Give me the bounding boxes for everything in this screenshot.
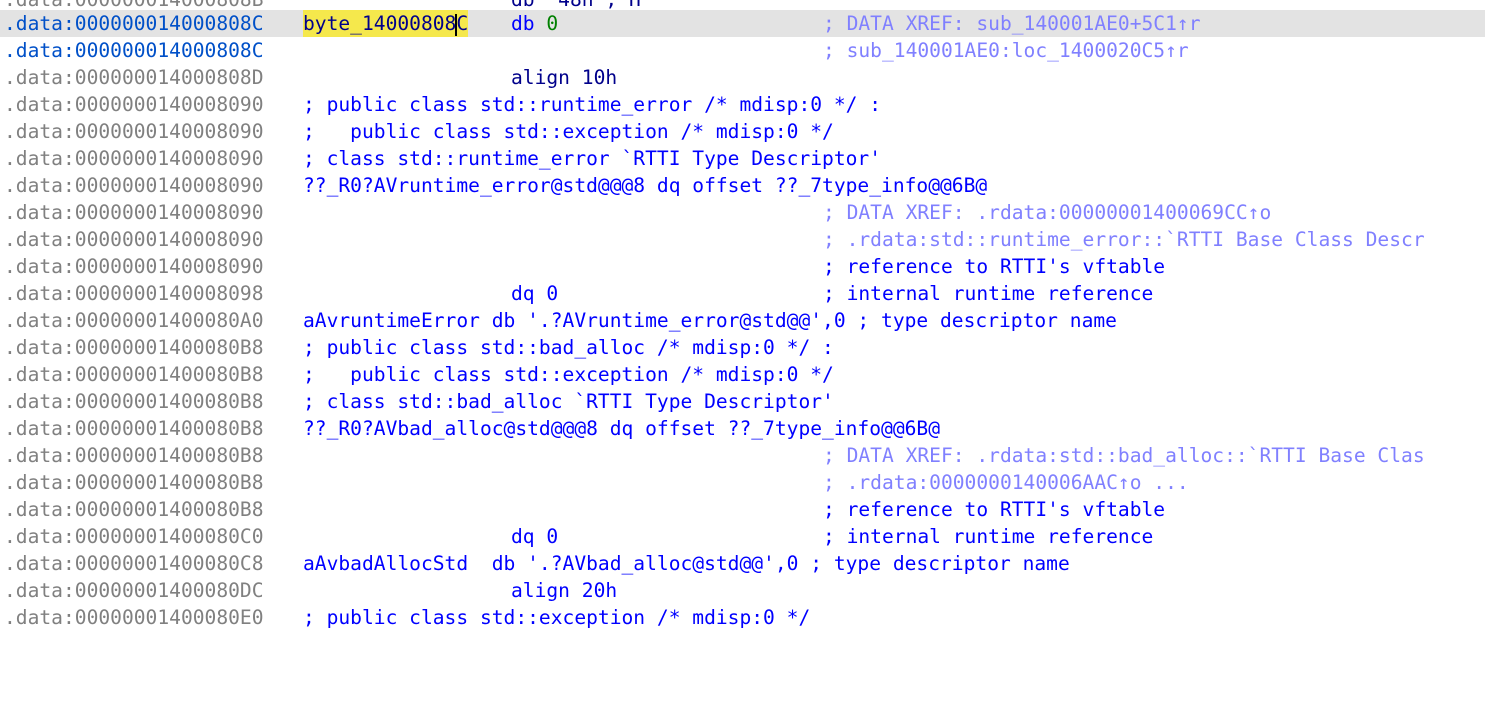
address: .data:0000000140008098 [4, 282, 264, 305]
address: .data:0000000140008090 [4, 120, 264, 143]
address: .data:00000001400080DC [4, 579, 264, 602]
listing-row[interactable]: .data:00000001400080DC align 20h [0, 577, 1485, 604]
string-definition[interactable]: aAvruntimeError db '.?AVruntime_error@st… [303, 307, 1117, 334]
listing-row[interactable]: .data:00000001400080A0 aAvruntimeError d… [0, 307, 1485, 334]
rtti-descriptor-line[interactable]: ??_R0?AVbad_alloc@std@@@8 dq offset ??_7… [303, 415, 940, 442]
label-text: byte_14000808C [303, 12, 469, 36]
listing-row[interactable]: .data:0000000140008090 ; reference to RT… [0, 253, 1485, 280]
rtti-descriptor-line[interactable]: ??_R0?AVruntime_error@std@@@8 dq offset … [303, 172, 987, 199]
address: .data:00000001400080E0 [4, 606, 264, 629]
address: .data:0000000140008090 [4, 255, 264, 278]
listing-row[interactable]: .data:0000000140008090 ; .rdata:std::run… [0, 226, 1485, 253]
address: .data:00000001400080B8 [4, 498, 264, 521]
xref-comment[interactable]: ; sub_140001AE0:loc_1400020C5↑r [823, 37, 1189, 64]
comment: ; reference to RTTI's vftable [823, 255, 1166, 278]
address: .data:00000001400080A0 [4, 309, 264, 332]
listing-row[interactable]: .data:0000000140008090 ; public class st… [0, 91, 1485, 118]
listing-row[interactable]: .data:0000000140008090 ; class std::runt… [0, 145, 1485, 172]
xref-comment[interactable]: ; .rdata:0000000140006AAC↑o ... [823, 469, 1189, 496]
address: .data:00000001400080B8 [4, 417, 264, 440]
instruction: align 10h [511, 66, 618, 89]
comment: ; reference to RTTI's vftable [823, 498, 1166, 521]
highlighted-label[interactable]: byte_14000808C [303, 10, 469, 37]
listing-row[interactable]: .data:00000001400080C0 dq 0 ; internal r… [0, 523, 1485, 550]
address: .data:0000000140008090 [4, 147, 264, 170]
address: .data:00000001400080C8 [4, 552, 264, 575]
text-caret [455, 13, 458, 36]
address: .data:0000000140008090 [4, 201, 264, 224]
address: .data:00000001400080B8 [4, 444, 264, 467]
address: .data:00000001400080B8 [4, 471, 264, 494]
disassembly-listing[interactable]: .data:000000014000808B db 48h ; H .data:… [0, 0, 1485, 632]
comment: ; internal runtime reference [823, 525, 1154, 548]
listing-row[interactable]: .data:0000000140008090 ; DATA XREF: .rda… [0, 199, 1485, 226]
class-comment: ; public class std::runtime_error /* mdi… [303, 93, 882, 116]
class-comment: ; public class std::exception /* mdisp:0… [303, 120, 834, 143]
address: .data:0000000140008090 [4, 174, 264, 197]
address: .data:00000001400080B8 [4, 336, 264, 359]
class-comment: ; class std::bad_alloc `RTTI Type Descri… [303, 390, 834, 413]
address: .data:00000001400080C0 [4, 525, 264, 548]
instruction: align 20h [511, 579, 618, 602]
address: .data:0000000140008090 [4, 228, 264, 251]
xref-comment[interactable]: ; DATA XREF: .rdata:std::bad_alloc::`RTT… [823, 442, 1425, 469]
address: .data:00000001400080B8 [4, 363, 264, 386]
class-comment: ; public class std::exception /* mdisp:0… [303, 606, 811, 629]
class-comment: ; class std::runtime_error `RTTI Type De… [303, 147, 882, 170]
listing-row[interactable]: .data:00000001400080E0 ; public class st… [0, 604, 1485, 631]
comment: ; internal runtime reference [823, 282, 1154, 305]
listing-row[interactable]: .data:00000001400080B8 ; reference to RT… [0, 496, 1485, 523]
listing-row[interactable]: .data:0000000140008090 ; public class st… [0, 118, 1485, 145]
listing-row-current[interactable]: .data:000000014000808C byte_14000808C db… [0, 10, 1485, 37]
listing-row[interactable]: .data:00000001400080B8 ; .rdata:00000001… [0, 469, 1485, 496]
string-definition[interactable]: aAvbadAllocStd db '.?AVbad_alloc@std@@',… [303, 550, 1070, 577]
listing-row[interactable]: .data:00000001400080B8 ; public class st… [0, 334, 1485, 361]
address: .data:00000001400080B8 [4, 390, 264, 413]
instruction: dq 0 [511, 525, 559, 548]
listing-row[interactable]: .data:0000000140008090 ??_R0?AVruntime_e… [0, 172, 1485, 199]
class-comment: ; public class std::exception /* mdisp:0… [303, 363, 834, 386]
listing-row[interactable]: .data:0000000140008098 dq 0 ; internal r… [0, 280, 1485, 307]
class-comment: ; public class std::bad_alloc /* mdisp:0… [303, 336, 834, 359]
address: .data:000000014000808D [4, 66, 264, 89]
xref-comment[interactable]: ; DATA XREF: .rdata:00000001400069CC↑o [823, 199, 1271, 226]
listing-row[interactable]: .data:00000001400080C8 aAvbadAllocStd db… [0, 550, 1485, 577]
address: .data:000000014000808C [4, 39, 264, 62]
listing-row[interactable]: .data:00000001400080B8 ; DATA XREF: .rda… [0, 442, 1485, 469]
listing-row[interactable]: .data:00000001400080B8 ; class std::bad_… [0, 388, 1485, 415]
listing-row[interactable]: .data:00000001400080B8 ; public class st… [0, 361, 1485, 388]
listing-row[interactable]: .data:000000014000808C ; sub_140001AE0:l… [0, 37, 1485, 64]
instruction: dq 0 [511, 282, 559, 305]
xref-comment[interactable]: ; .rdata:std::runtime_error::`RTTI Base … [823, 226, 1425, 253]
listing-row[interactable]: .data:00000001400080B8 ??_R0?AVbad_alloc… [0, 415, 1485, 442]
address: .data:0000000140008090 [4, 93, 264, 116]
xref-comment[interactable]: ; DATA XREF: sub_140001AE0+5C1↑r [823, 10, 1201, 37]
listing-row[interactable]: .data:000000014000808D align 10h [0, 64, 1485, 91]
instruction: db 0 [511, 12, 559, 35]
address: .data:000000014000808C [4, 12, 264, 35]
